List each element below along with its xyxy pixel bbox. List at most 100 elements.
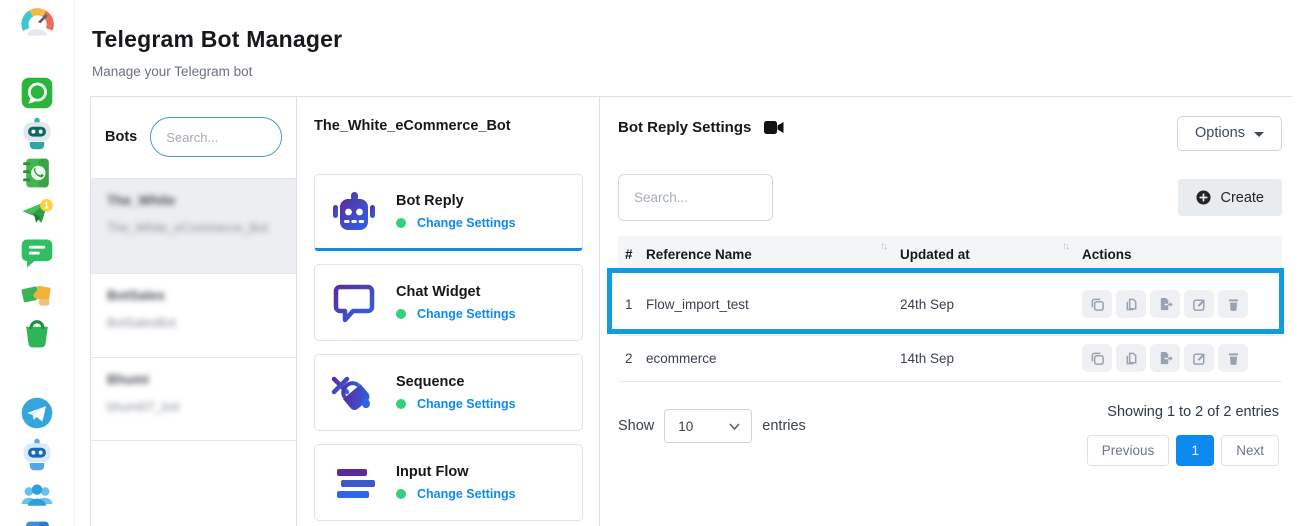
reply-table: # Reference Name ↑↓ Updated at ↑↓ Action… — [618, 236, 1282, 382]
delete-button[interactable] — [1218, 290, 1248, 318]
feature-card-label: Sequence — [396, 374, 516, 390]
bot-list-item[interactable]: BotSales BotSalesBot — [91, 273, 296, 357]
chat-icon[interactable] — [19, 235, 55, 271]
campaign-plane-badge-icon[interactable]: 1 — [19, 195, 55, 231]
selected-bot-name: The_White_eCommerce_Bot — [314, 118, 583, 134]
row-reference-name: Flow_import_test — [646, 297, 900, 312]
table-footer: Show 10 entries Showing 1 to 2 of 2 entr… — [618, 404, 1282, 466]
current-page-button[interactable]: 1 — [1176, 435, 1214, 466]
whatsapp-phonebook-icon[interactable] — [19, 155, 55, 191]
pagination: Previous 1 Next — [1087, 435, 1279, 466]
bot-item-title: Bhumi — [107, 372, 280, 387]
col-header-updated-at[interactable]: Updated at ↑↓ — [900, 247, 1082, 262]
col-header-num: # — [618, 247, 646, 262]
bot-list-item[interactable]: Bhumi bhumi07_bot — [91, 357, 296, 441]
chat-widget-icon — [330, 279, 378, 327]
feature-card-bot-reply[interactable]: Bot Reply Change Settings — [314, 174, 583, 251]
edit-button[interactable] — [1184, 344, 1214, 372]
bots-search-input[interactable] — [150, 117, 282, 157]
telegram-groups-icon[interactable] — [19, 477, 55, 513]
entries-label: entries — [762, 418, 806, 434]
bot-detail-panel: The_White_eCommerce_Bot — [297, 97, 600, 526]
col-header-actions: Actions — [1082, 247, 1282, 262]
status-dot — [396, 218, 406, 228]
main-content: Telegram Bot Manager Manage your Telegra… — [75, 0, 1299, 526]
create-button[interactable]: Create — [1178, 179, 1282, 216]
copy-button[interactable] — [1116, 344, 1146, 372]
duplicate-button[interactable] — [1082, 290, 1112, 318]
bot-reply-settings-panel: Bot Reply Settings Options — [600, 97, 1292, 526]
feature-card-label: Bot Reply — [396, 193, 516, 209]
video-camera-icon[interactable] — [764, 120, 784, 135]
export-button[interactable] — [1150, 290, 1180, 318]
telegram-bot-icon[interactable] — [19, 436, 55, 472]
settings-title: Bot Reply Settings — [618, 119, 751, 136]
page-title: Telegram Bot Manager — [92, 26, 1299, 53]
bot-list-item[interactable]: The_White The_White_eCommerce_Bot — [91, 178, 296, 273]
feature-card-input-flow[interactable]: Input Flow Change Settings — [314, 444, 583, 521]
bots-panel: Bots The_White The_White_eCommerce_Bot B… — [90, 97, 297, 526]
options-button-label: Options — [1195, 125, 1245, 141]
copy-button[interactable] — [1116, 290, 1146, 318]
change-settings-link[interactable]: Change Settings — [417, 397, 516, 411]
export-button[interactable] — [1150, 344, 1180, 372]
feature-card-chat-widget[interactable]: Chat Widget Change Settings — [314, 264, 583, 341]
row-number: 1 — [618, 297, 646, 312]
telegram-icon[interactable] — [19, 395, 55, 431]
app-root: 1 — [0, 0, 1299, 526]
sort-icon: ↑↓ — [880, 241, 886, 252]
options-button[interactable]: Options — [1177, 116, 1282, 151]
row-number: 2 — [618, 351, 646, 366]
change-settings-link[interactable]: Change Settings — [417, 487, 516, 501]
row-updated-at: 14th Sep — [900, 351, 1082, 366]
page-header: Telegram Bot Manager Manage your Telegra… — [75, 0, 1299, 79]
whatsapp-bot-icon[interactable] — [19, 115, 55, 151]
bot-reply-icon — [330, 188, 378, 236]
change-settings-link[interactable]: Change Settings — [417, 216, 516, 230]
dashboard-gauge-icon[interactable] — [19, 5, 55, 41]
reply-search-input[interactable] — [618, 174, 773, 221]
whatsapp-icon[interactable] — [19, 75, 55, 111]
row-updated-at: 24th Sep — [900, 297, 1082, 312]
page-size-select[interactable]: 10 — [664, 409, 752, 443]
row-reference-name: ecommerce — [646, 351, 900, 366]
status-dot — [396, 309, 406, 319]
bot-item-username: BotSalesBot — [107, 314, 280, 333]
bots-label: Bots — [105, 129, 137, 145]
edit-button[interactable] — [1184, 290, 1214, 318]
bots-panel-header: Bots — [91, 97, 296, 178]
feature-card-label: Input Flow — [396, 464, 516, 480]
delete-button[interactable] — [1218, 344, 1248, 372]
feature-card-sequence[interactable]: Sequence Change Settings — [314, 354, 583, 431]
svg-text:1: 1 — [44, 201, 49, 211]
telegram-phonebook-icon[interactable] — [19, 518, 55, 526]
table-row[interactable]: 2 ecommerce 14th Sep — [618, 336, 1282, 382]
status-dot — [396, 489, 406, 499]
row-actions — [1082, 290, 1282, 318]
chevron-down-icon — [729, 423, 740, 430]
change-settings-link[interactable]: Change Settings — [417, 307, 516, 321]
bot-item-username: bhumi07_bot — [107, 398, 280, 417]
feature-card-label: Chat Widget — [396, 284, 516, 300]
table-row[interactable]: 1 Flow_import_test 24th Sep — [618, 274, 1282, 336]
next-page-button[interactable]: Next — [1221, 435, 1279, 466]
bot-item-title: BotSales — [107, 288, 280, 303]
previous-page-button[interactable]: Previous — [1087, 435, 1170, 466]
create-button-label: Create — [1220, 190, 1264, 206]
chevron-down-icon — [1254, 132, 1264, 137]
bot-item-username: The_White_eCommerce_Bot — [107, 219, 280, 238]
duplicate-button[interactable] — [1082, 344, 1112, 372]
status-dot — [396, 399, 406, 409]
sort-icon: ↑↓ — [1062, 241, 1068, 252]
workspace: Bots The_White The_White_eCommerce_Bot B… — [90, 96, 1292, 526]
integrations-puzzle-icon[interactable] — [19, 275, 55, 311]
plus-circle-icon — [1196, 190, 1211, 205]
bot-item-title: The_White — [107, 193, 280, 208]
page-subtitle: Manage your Telegram bot — [92, 64, 1299, 79]
col-header-reference-name[interactable]: Reference Name ↑↓ — [646, 247, 900, 262]
show-label: Show — [618, 418, 654, 434]
feature-cards: Bot Reply Change Settings — [314, 174, 583, 521]
sequence-icon — [330, 369, 378, 417]
app-icon-rail: 1 — [0, 0, 75, 526]
shop-bag-icon[interactable] — [19, 315, 55, 351]
